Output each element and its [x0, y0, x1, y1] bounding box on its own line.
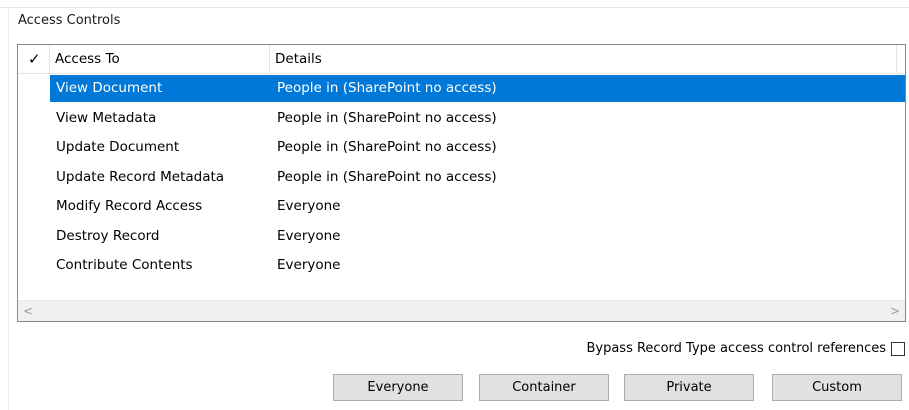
- horizontal-scrollbar[interactable]: < >: [18, 300, 905, 321]
- container-button[interactable]: Container: [479, 374, 609, 401]
- group-top-border: [0, 7, 909, 8]
- table-row[interactable]: Destroy Record Everyone: [18, 222, 905, 252]
- table-row[interactable]: Modify Record Access Everyone: [18, 192, 905, 222]
- table-row[interactable]: Update Record Metadata People in (ShareP…: [18, 163, 905, 193]
- private-button[interactable]: Private: [624, 374, 754, 401]
- table-row[interactable]: View Document People in (SharePoint no a…: [18, 74, 905, 104]
- cell-details: People in (SharePoint no access): [277, 109, 497, 126]
- column-header-access-to[interactable]: Access To: [50, 45, 270, 73]
- cell-access-to: Update Record Metadata: [56, 168, 225, 185]
- column-header-check[interactable]: ✓: [18, 45, 50, 73]
- bypass-checkbox[interactable]: [891, 342, 905, 356]
- table-row[interactable]: View Metadata People in (SharePoint no a…: [18, 104, 905, 134]
- access-list-view[interactable]: ✓ Access To Details View Document People…: [17, 44, 906, 322]
- cell-details: People in (SharePoint no access): [277, 80, 497, 96]
- access-controls-panel: Access Controls ✓ Access To Details View…: [0, 0, 909, 410]
- chevron-right-icon[interactable]: >: [885, 301, 905, 321]
- everyone-button[interactable]: Everyone: [333, 374, 463, 401]
- cell-details: People in (SharePoint no access): [277, 139, 497, 155]
- table-row[interactable]: Contribute Contents Everyone: [18, 251, 905, 281]
- chevron-left-icon[interactable]: <: [18, 301, 38, 321]
- table-row[interactable]: Update Document People in (SharePoint no…: [18, 133, 905, 163]
- cell-access-to: Destroy Record: [56, 227, 160, 244]
- cell-access-to: View Document: [56, 80, 163, 96]
- cell-access-to: Update Document: [56, 139, 180, 155]
- cell-access-to: View Metadata: [56, 109, 157, 126]
- group-left-border: [8, 8, 9, 410]
- list-rows: View Document People in (SharePoint no a…: [18, 74, 905, 281]
- cell-details: Everyone: [277, 227, 341, 244]
- cell-details: Everyone: [277, 198, 341, 214]
- cell-access-to: Modify Record Access: [56, 198, 203, 214]
- cell-details: Everyone: [277, 257, 341, 273]
- group-title: Access Controls: [18, 13, 121, 28]
- list-header: ✓ Access To Details: [18, 45, 905, 74]
- cell-access-to: Contribute Contents: [56, 257, 193, 273]
- column-header-details[interactable]: Details: [270, 45, 897, 73]
- custom-button[interactable]: Custom: [772, 374, 902, 401]
- bypass-checkbox-label: Bypass Record Type access control refere…: [586, 341, 886, 356]
- cell-details: People in (SharePoint no access): [277, 168, 497, 185]
